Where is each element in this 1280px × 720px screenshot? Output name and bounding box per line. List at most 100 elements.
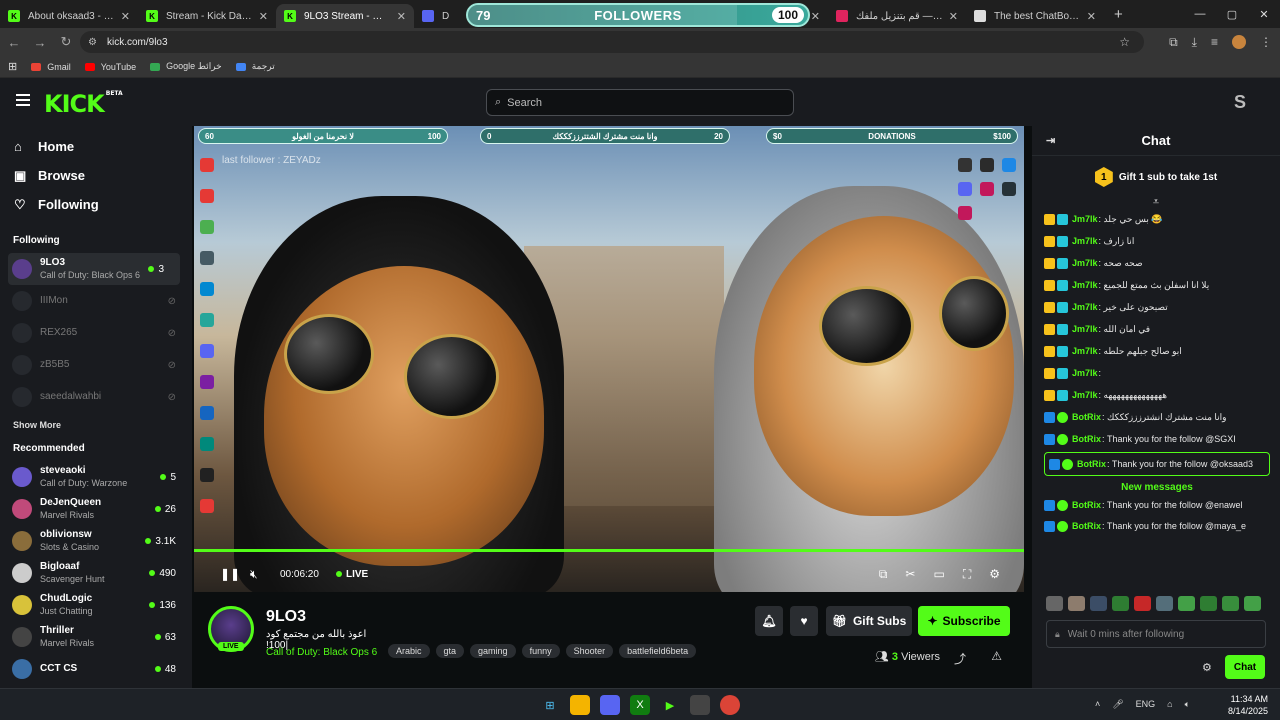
apps-icon[interactable]: ⊞ <box>8 60 17 73</box>
emote[interactable] <box>1112 596 1129 611</box>
menu-icon[interactable] <box>16 94 30 106</box>
discord-icon[interactable] <box>600 695 620 715</box>
volume-icon[interactable]: 🔈︎ <box>1185 699 1190 710</box>
stream-tag[interactable]: Arabic <box>388 644 430 658</box>
bookmark-item[interactable]: Google خرائط <box>150 61 222 72</box>
subscribe-button[interactable]: ✦ Subscribe <box>918 606 1010 636</box>
bookmark-item[interactable]: ترجمة <box>235 61 275 72</box>
chat-username[interactable]: Jm7lk <box>1072 340 1098 362</box>
sidebar-channel[interactable]: steveaoki Call of Duty: Warzone 5 <box>0 461 192 493</box>
sidebar-channel[interactable]: oblivionsw Slots & Casino 3.1K <box>0 525 192 557</box>
new-tab-icon[interactable]: + <box>1114 6 1123 23</box>
streamer-name[interactable]: 9LO3 <box>266 608 306 626</box>
language-indicator[interactable]: ENG <box>1136 699 1156 710</box>
tab-close-icon[interactable]: ✕ <box>1087 10 1096 23</box>
emote[interactable] <box>1156 596 1173 611</box>
chat-username[interactable]: Jm7lk <box>1072 208 1098 230</box>
gift-leaderboard-prompt[interactable]: 1 Gift 1 sub to take 1st <box>1032 156 1280 198</box>
fullscreen-icon[interactable]: ⛶ <box>963 567 971 582</box>
collapse-chat-icon[interactable]: ⇥ <box>1046 134 1055 147</box>
pip-icon[interactable]: ⧉ <box>879 567 888 582</box>
back-icon[interactable]: ← <box>2 35 26 50</box>
stream-progress-bar[interactable] <box>194 549 1024 552</box>
share-icon[interactable]: ⤴ <box>954 650 966 667</box>
send-chat-button[interactable]: Chat <box>1225 655 1265 679</box>
emote[interactable] <box>1244 596 1261 611</box>
emote[interactable] <box>1090 596 1107 611</box>
report-icon[interactable]: ⚠ <box>991 649 1002 663</box>
new-messages-divider[interactable]: New messages <box>1044 478 1270 498</box>
extensions-icon[interactable]: ⧉ <box>1169 35 1178 50</box>
stream-tag[interactable]: gta <box>435 644 465 658</box>
emote[interactable] <box>1200 596 1217 611</box>
chat-username[interactable]: Jm7lk <box>1072 252 1098 274</box>
forward-icon[interactable]: → <box>28 35 52 50</box>
sidebar-channel[interactable]: zB5B5 ⊘ <box>0 349 192 381</box>
site-info-icon[interactable]: ⚙ <box>88 37 97 48</box>
sidebar-channel[interactable]: IIIMon ⊘ <box>0 285 192 317</box>
tab-close-icon[interactable]: ✕ <box>949 10 958 23</box>
nav-item-home[interactable]: ⌂ Home <box>0 132 192 161</box>
clip-icon[interactable]: ✂ <box>905 567 915 582</box>
reading-list-icon[interactable]: ≡ <box>1211 35 1218 50</box>
bookmark-star-icon[interactable]: ☆ <box>1119 35 1130 49</box>
emote[interactable] <box>1178 596 1195 611</box>
emote[interactable] <box>1222 596 1239 611</box>
chat-settings-icon[interactable]: ⚙ <box>1202 661 1212 674</box>
mute-icon[interactable]: 🔇︎ <box>250 567 258 582</box>
tab-close-icon[interactable]: ✕ <box>121 10 130 23</box>
reload-icon[interactable]: ↻ <box>54 34 78 50</box>
settings-icon[interactable]: ⚙ <box>989 567 1000 582</box>
chat-username[interactable]: Jm7lk <box>1072 274 1098 296</box>
browser-tab[interactable]: K About oksaad3 - Watch L ✕ <box>0 4 138 28</box>
xbox-icon[interactable]: X <box>630 695 650 715</box>
show-more-link[interactable]: Show More <box>0 413 192 437</box>
microphone-icon[interactable]: 🎤︎ <box>1112 699 1123 710</box>
chat-username[interactable]: BotRix <box>1072 521 1101 531</box>
emote[interactable] <box>1046 596 1063 611</box>
emote[interactable] <box>1134 596 1151 611</box>
sidebar-channel[interactable]: saeedalwahbi ⊘ <box>0 381 192 413</box>
chat-username[interactable]: Jm7lk <box>1072 384 1098 406</box>
stream-tag[interactable]: battlefield6beta <box>619 644 697 658</box>
tab-close-icon[interactable]: ✕ <box>397 10 406 23</box>
browser-tab[interactable]: K 9LO3 Stream - Watch ✕ <box>276 4 414 28</box>
video-player[interactable]: 60 لا نحرمنا من الغولو 100 0 وانا منت مش… <box>194 126 1024 592</box>
maximize-icon[interactable]: ▢ <box>1216 8 1248 21</box>
stream-tag[interactable]: gaming <box>470 644 516 658</box>
emote[interactable] <box>1068 596 1085 611</box>
chat-username[interactable]: BotRix <box>1072 428 1101 450</box>
nav-item-browse[interactable]: ▣ Browse <box>0 161 192 190</box>
download-icon[interactable]: ⤓ <box>1192 35 1197 50</box>
chat-username[interactable]: BotRix <box>1072 406 1101 428</box>
chat-username[interactable]: BotRix <box>1077 459 1106 469</box>
browser-menu-icon[interactable]: ⋮ <box>1260 35 1272 50</box>
kick-logo[interactable]: KICK BETA <box>44 90 123 118</box>
network-icon[interactable]: ⌂ <box>1167 699 1172 710</box>
browser-tab[interactable]: K Stream - Kick Dashboard ✕ <box>138 4 276 28</box>
sidebar-channel[interactable]: REX265 ⊘ <box>0 317 192 349</box>
stream-tag[interactable]: Shooter <box>565 644 614 658</box>
minimize-icon[interactable]: — <box>1184 8 1216 20</box>
notifications-bell-button[interactable]: 🔔︎ <box>755 606 783 636</box>
chat-username[interactable]: BotRix <box>1072 500 1101 510</box>
bookmark-item[interactable]: Gmail <box>31 62 71 72</box>
windows-start-icon[interactable]: ⊞ <box>540 695 560 715</box>
file-explorer-icon[interactable] <box>570 695 590 715</box>
tray-overflow-icon[interactable]: ˄ <box>1095 699 1100 710</box>
stream-tag[interactable]: funny <box>521 644 560 658</box>
tab-close-icon[interactable]: ✕ <box>811 10 820 23</box>
sidebar-channel[interactable]: Bigloaaf Scavenger Hunt 490 <box>0 557 192 589</box>
kick-studio-icon[interactable]: ▶ <box>660 695 680 715</box>
profile-avatar[interactable] <box>1232 34 1246 49</box>
stream-category[interactable]: Call of Duty: Black Ops 6 <box>266 647 377 658</box>
url-field[interactable]: ⚙ kick.com/9lo3 ☆ <box>80 31 1144 53</box>
theater-icon[interactable]: ▭ <box>933 567 944 582</box>
sidebar-channel[interactable]: CCT CS 48 <box>0 653 192 685</box>
nav-item-following[interactable]: ♡ Following <box>0 190 192 219</box>
gift-subs-button[interactable]: 🎁︎ Gift Subs <box>826 606 912 636</box>
browser-tab[interactable]: قم بتنزيل ملفك — nvertio ✕ <box>828 4 966 28</box>
search-input[interactable]: ⌕ Search <box>486 89 794 116</box>
browser-tab[interactable]: The best ChatBot and Wi ✕ <box>966 4 1104 28</box>
pinned-toggle-icon[interactable]: ⩡ <box>1032 197 1280 208</box>
